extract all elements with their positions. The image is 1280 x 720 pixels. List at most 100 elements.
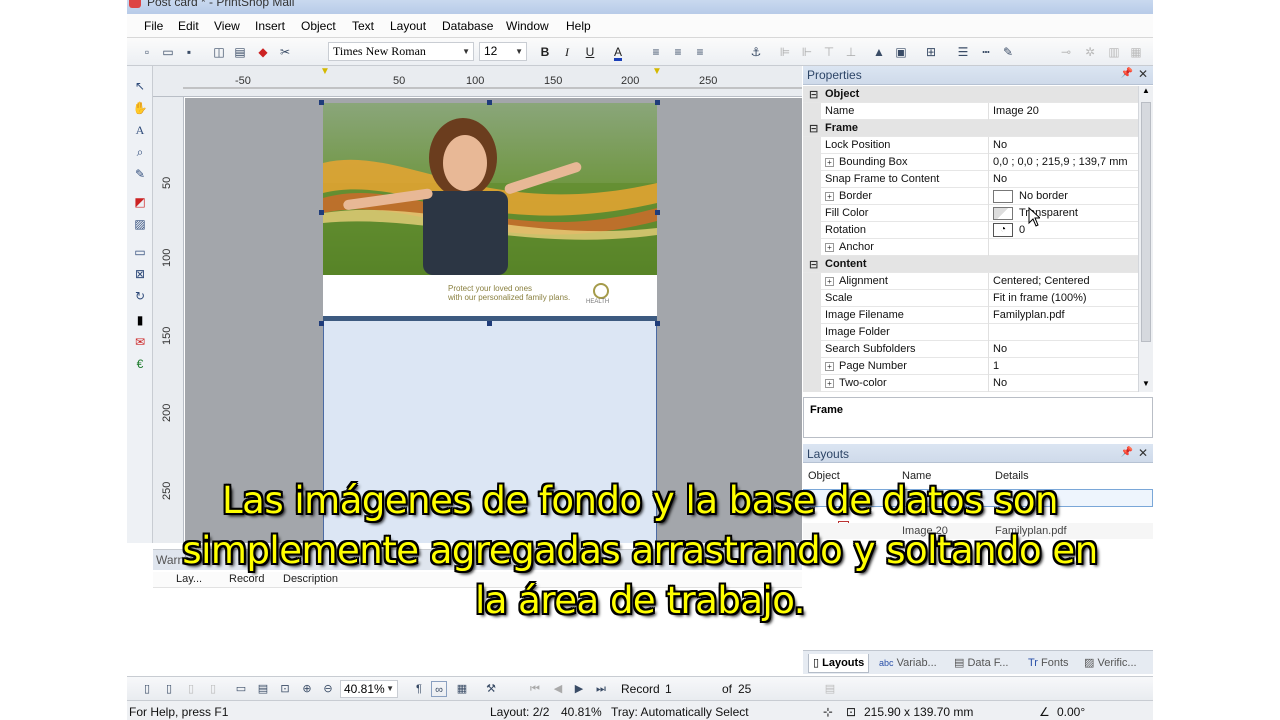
fill-swatch-icon[interactable]	[993, 207, 1013, 220]
property-row[interactable]: Lock Position No	[803, 137, 1138, 154]
font-color-button[interactable]: A	[610, 44, 626, 60]
pencil-tool-icon[interactable]: ✎	[132, 166, 148, 182]
rotation-icon[interactable]: ◔	[993, 223, 1013, 237]
frame-tool-icon[interactable]: ⊠	[132, 266, 148, 282]
property-value[interactable]: No	[993, 173, 1007, 185]
record-next-icon[interactable]: ▶	[571, 681, 587, 697]
property-value[interactable]: No	[993, 139, 1007, 151]
print-icon[interactable]: ▤	[232, 44, 248, 60]
grid-icon[interactable]: ▦	[454, 681, 470, 697]
property-category[interactable]: ⊟ Object	[803, 86, 1138, 103]
collapse-icon[interactable]: ⊟	[809, 258, 818, 271]
shape-tool-icon[interactable]: ▭	[132, 244, 148, 260]
border-swatch-icon[interactable]	[993, 190, 1013, 203]
menu-edit[interactable]: Edit	[178, 19, 199, 33]
property-row[interactable]: + Page Number 1	[803, 358, 1138, 375]
record-first-icon[interactable]: ⏮	[527, 681, 543, 697]
currency-tool-icon[interactable]: €	[132, 356, 148, 372]
rotate-tool-icon[interactable]: ↻	[132, 288, 148, 304]
zoom-area-icon[interactable]: ⊡	[277, 681, 293, 697]
selection-handle[interactable]	[655, 321, 660, 326]
record-prev-icon[interactable]: ◀	[550, 681, 566, 697]
property-value[interactable]: 0,0 ; 0,0 ; 215,9 ; 139,7 mm	[993, 156, 1128, 168]
flip-icon[interactable]: ▲	[871, 44, 887, 60]
selection-handle[interactable]	[655, 210, 660, 215]
selection-handle[interactable]	[319, 210, 324, 215]
align-objects-top-icon[interactable]: ⊤	[821, 44, 837, 60]
link-icon[interactable]: ⊸	[1058, 44, 1074, 60]
selection-handle[interactable]	[487, 100, 492, 105]
property-value[interactable]: Image 20	[993, 105, 1039, 117]
selection-handle[interactable]	[487, 321, 492, 326]
fit-width-icon[interactable]: ▤	[255, 681, 271, 697]
property-value[interactable]: Familyplan.pdf	[993, 309, 1065, 321]
property-row[interactable]: + Bounding Box 0,0 ; 0,0 ; 215,9 ; 139,7 m…	[803, 154, 1138, 171]
pointer-tool-icon[interactable]: ↖	[132, 78, 148, 94]
selection-handle[interactable]	[319, 100, 324, 105]
close-icon[interactable]: ✕	[1138, 67, 1148, 81]
menu-window[interactable]: Window	[506, 19, 549, 33]
selection-handle[interactable]	[319, 321, 324, 326]
pdf-tool-icon[interactable]: ◩	[132, 194, 148, 210]
expand-icon[interactable]: +	[825, 158, 834, 167]
property-row[interactable]: Image Folder	[803, 324, 1138, 341]
margin-marker-icon[interactable]: ▼	[320, 66, 330, 77]
image-tool-icon[interactable]: ▨	[132, 216, 148, 232]
align-objects-middle-icon[interactable]: ⊥	[843, 44, 859, 60]
pin-icon[interactable]: 📌	[1121, 68, 1133, 79]
settings-icon[interactable]: ✲	[1082, 44, 1098, 60]
property-value[interactable]: 0	[1019, 224, 1025, 236]
scroll-down-icon[interactable]: ▼	[1142, 379, 1150, 388]
zoom-in-icon[interactable]: ⊕	[299, 681, 315, 697]
tab-variables[interactable]: abc Variab...	[879, 654, 937, 673]
tab-verification[interactable]: ▨ Verific...	[1084, 654, 1137, 673]
tools-icon[interactable]: ⚒	[483, 681, 499, 697]
property-row[interactable]: Fill Color Transparent	[803, 205, 1138, 222]
image-icon[interactable]: ▦	[1128, 44, 1144, 60]
page-last-icon[interactable]: ▯	[205, 681, 221, 697]
anchor-icon[interactable]: ⚓	[748, 44, 764, 60]
property-row[interactable]: + Two-color No	[803, 375, 1138, 392]
menu-database[interactable]: Database	[442, 19, 493, 33]
cut-icon[interactable]: ✂	[277, 44, 293, 60]
property-value[interactable]: No	[993, 343, 1007, 355]
expand-icon[interactable]: +	[825, 362, 834, 371]
db-icon[interactable]: ▤	[822, 681, 838, 697]
property-category[interactable]: ⊟ Frame	[803, 120, 1138, 137]
zoom-out-icon[interactable]: ⊖	[320, 681, 336, 697]
collapse-icon[interactable]: ⊟	[809, 122, 818, 135]
tab-layouts[interactable]: ▯ Layouts	[808, 654, 870, 673]
email-tool-icon[interactable]: ✉	[132, 334, 148, 350]
property-value[interactable]: Centered; Centered	[993, 275, 1090, 287]
property-value[interactable]: 1	[993, 360, 999, 372]
print-preview-icon[interactable]: ◫	[211, 44, 227, 60]
line-style-icon[interactable]: ┅	[978, 44, 994, 60]
zoom-select[interactable]: 40.81% ▼	[340, 680, 398, 698]
menu-insert[interactable]: Insert	[255, 19, 285, 33]
property-row[interactable]: Search Subfolders No	[803, 341, 1138, 358]
property-row[interactable]: Snap Frame to Content No	[803, 171, 1138, 188]
line-color-icon[interactable]: ✎	[1000, 44, 1016, 60]
property-row[interactable]: + Alignment Centered; Centered	[803, 273, 1138, 290]
preview-icon[interactable]: ∞	[431, 681, 447, 697]
fit-page-icon[interactable]: ▭	[233, 681, 249, 697]
property-value[interactable]: No	[993, 377, 1007, 389]
property-category[interactable]: ⊟ Content	[803, 256, 1138, 273]
save-icon[interactable]: ▪	[181, 44, 197, 60]
page-prev-icon[interactable]: ▯	[161, 681, 177, 697]
zoom-tool-icon[interactable]: ⌕	[132, 144, 148, 160]
property-row[interactable]: + Anchor	[803, 239, 1138, 256]
chart-icon[interactable]: ▥	[1106, 44, 1122, 60]
collapse-icon[interactable]: ⊟	[809, 88, 818, 101]
italic-button[interactable]: I	[559, 44, 575, 60]
new-icon[interactable]: ▫	[139, 44, 155, 60]
font-size-select[interactable]: 12 ▼	[479, 42, 527, 61]
property-value[interactable]: Fit in frame (100%)	[993, 292, 1087, 304]
scroll-thumb[interactable]	[1141, 102, 1151, 342]
menu-text[interactable]: Text	[352, 19, 374, 33]
menu-help[interactable]: Help	[566, 19, 591, 33]
expand-icon[interactable]: +	[825, 192, 834, 201]
font-family-select[interactable]: Times New Roman ▼	[328, 42, 474, 61]
text-tool-icon[interactable]: A	[132, 122, 148, 138]
hand-tool-icon[interactable]: ✋	[132, 100, 148, 116]
